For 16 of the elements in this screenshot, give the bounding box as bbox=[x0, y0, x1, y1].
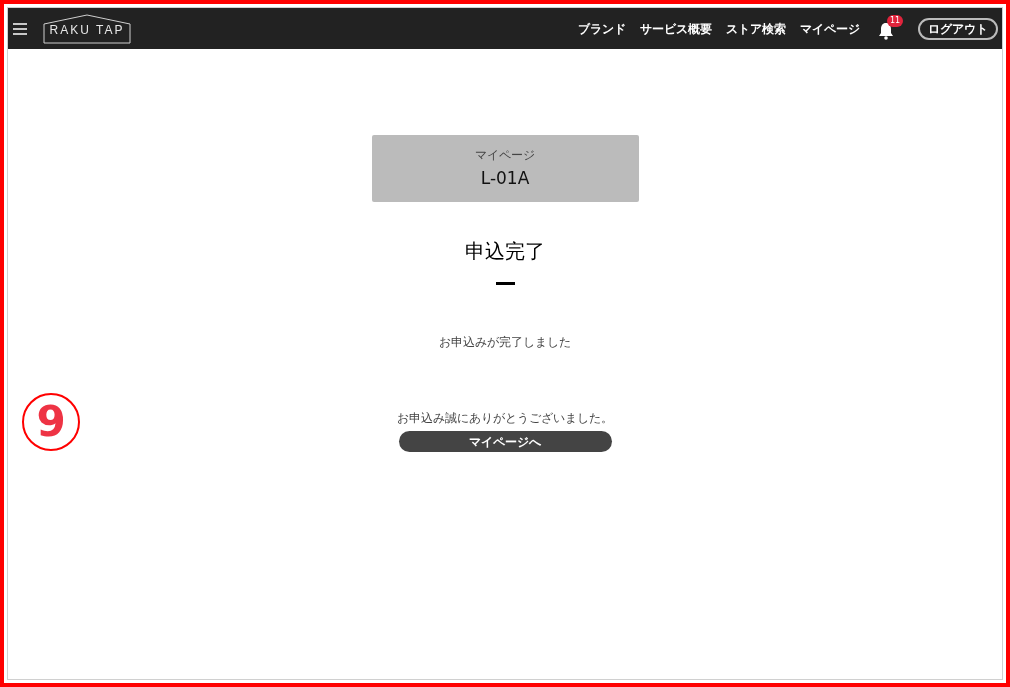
notification-badge: 11 bbox=[887, 14, 903, 27]
nav-link[interactable]: マイページ bbox=[800, 19, 860, 38]
nav-link[interactable]: ストア検索 bbox=[726, 19, 786, 38]
menu-icon[interactable] bbox=[13, 22, 27, 35]
step-number: 9 bbox=[22, 393, 80, 451]
logo[interactable]: RAKU TAP bbox=[43, 13, 131, 44]
nav-link[interactable]: ブランド bbox=[578, 19, 626, 38]
banner-label: マイページ bbox=[475, 146, 535, 164]
completion-message: お申込みが完了しました bbox=[439, 334, 571, 351]
logout-button[interactable]: ログアウト bbox=[918, 17, 998, 40]
thanks-message: お申込み誠にありがとうございました。 bbox=[397, 410, 613, 427]
mypage-button[interactable]: マイページへ bbox=[398, 431, 612, 452]
banner-code: L-01A bbox=[480, 166, 530, 190]
page-title: 申込完了 bbox=[465, 238, 545, 265]
nav-link[interactable]: サービス概要 bbox=[640, 19, 712, 38]
bell-icon[interactable] bbox=[878, 21, 894, 40]
